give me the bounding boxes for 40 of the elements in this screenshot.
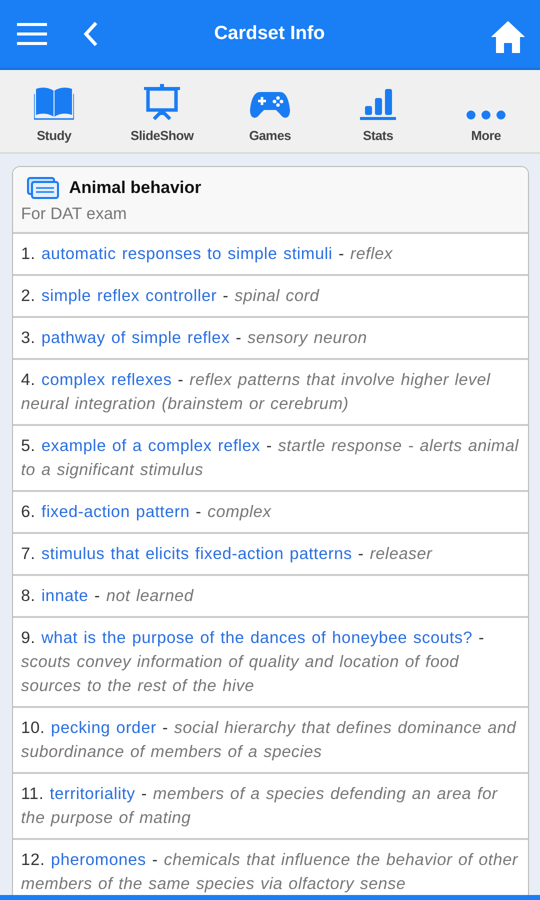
card-entry: 6. fixed-action pattern - complex [13, 492, 528, 534]
toolbar-button[interactable]: More [432, 70, 540, 152]
term-link[interactable]: what is the purpose of the dances of honeybee scouts? [41, 629, 473, 647]
card-entry: 9. what is the purpose of the dances of honeybee scouts? - scouts convey information of quality and location of food sources to the rest of the hive [13, 618, 528, 708]
toolbar-button[interactable]: SlideShow [108, 70, 216, 152]
term-link[interactable]: territoriality [50, 785, 136, 803]
term-link[interactable]: complex reflexes [41, 371, 172, 389]
card-entry: 4. complex reflexes - reflex patterns that involve higher level neural integration (brainstem or cerebrum) [13, 360, 528, 426]
term-link[interactable]: pheromones [50, 851, 146, 869]
home-icon [490, 20, 526, 54]
card-entry: 11. territoriality - members of a species defending an area for the purpose of mating [13, 774, 528, 840]
gamepad-icon [250, 90, 290, 120]
card-entry: 2. simple reflex controller - spinal cord [13, 276, 528, 318]
term-link[interactable]: example of a complex reflex [41, 437, 260, 455]
more-icon [466, 110, 506, 120]
card-entry: 10. pecking order - social hierarchy that defines dominance and subordinance of members of a species [13, 708, 528, 774]
card-entry: 5. example of a complex reflex - startle response - alerts animal to a significant stimulus [13, 426, 528, 492]
card-entry: 8. innate - not learned [13, 576, 528, 618]
term-link[interactable]: pecking order [50, 719, 156, 737]
cards-icon [27, 177, 59, 199]
term-link[interactable]: automatic responses to simple stimuli [41, 245, 333, 263]
menu-icon [17, 22, 47, 46]
term-link[interactable]: stimulus that elicits fixed-action patterns [41, 545, 352, 563]
easel-icon [143, 84, 181, 120]
term-link[interactable]: innate [41, 587, 88, 605]
term-link[interactable]: fixed-action pattern [41, 503, 190, 521]
term-link[interactable]: simple reflex controller [41, 287, 217, 305]
toolbar-button[interactable]: Games [216, 70, 324, 152]
cardset-title: Animal behavior [69, 178, 202, 198]
screen-title: Cardset Info [213, 23, 326, 45]
card-entry: 3. pathway of simple reflex - sensory neuron [13, 318, 528, 360]
cardset-description: For DAT exam [21, 205, 128, 224]
bar-chart-icon [359, 88, 397, 120]
card-entry: 1. automatic responses to simple stimuli - reflex [13, 234, 528, 276]
toolbar-button[interactable]: Stats [324, 70, 432, 152]
book-icon [34, 86, 74, 120]
term-link[interactable]: pathway of simple reflex [41, 329, 230, 347]
card-entry: 7. stimulus that elicits fixed-action patterns - releaser [13, 534, 528, 576]
back-icon [83, 21, 99, 47]
toolbar-button[interactable]: Study [0, 70, 108, 152]
